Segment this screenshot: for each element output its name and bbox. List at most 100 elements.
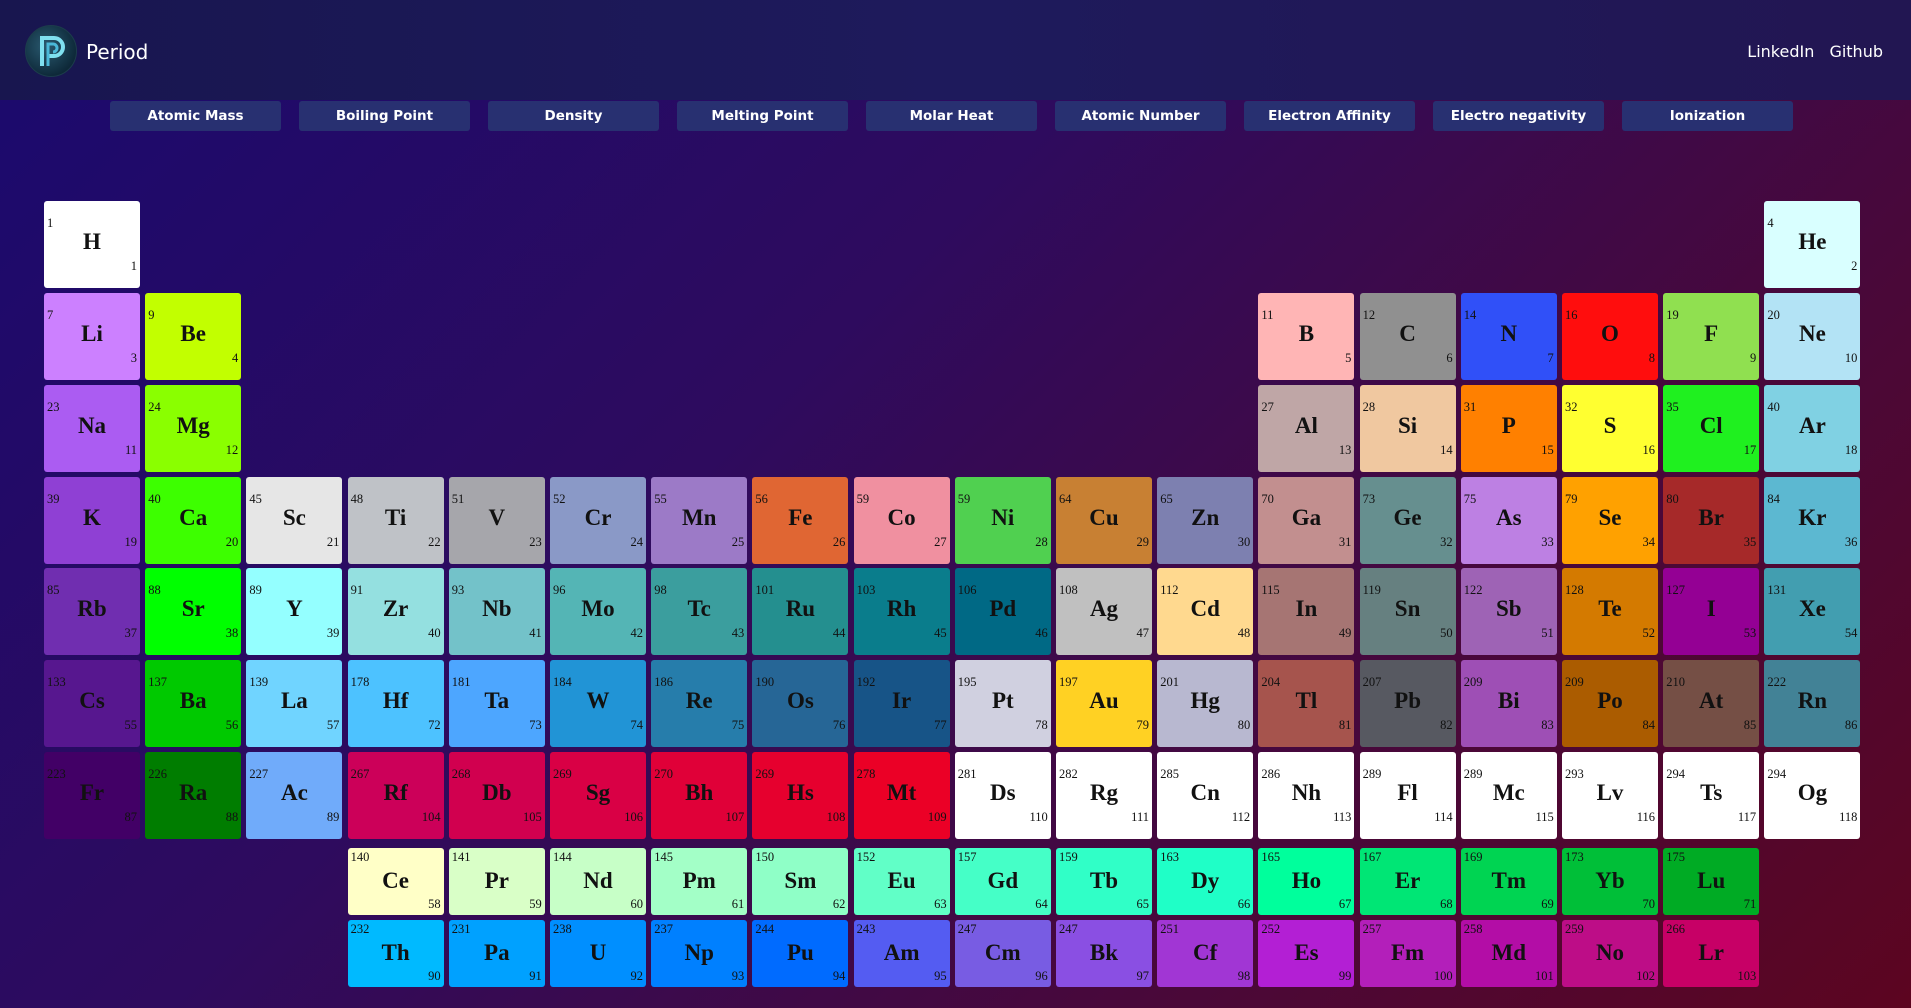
period-logo-icon[interactable]: [25, 25, 77, 77]
element-mo[interactable]: 96 Mo 42: [550, 568, 646, 655]
element-ag[interactable]: 108 Ag 47: [1056, 568, 1152, 655]
element-y[interactable]: 89 Y 39: [246, 568, 343, 655]
element-nh[interactable]: 286 Nh 113: [1258, 752, 1355, 839]
element-gd[interactable]: 157 Gd 64: [954, 848, 1051, 915]
element-cu[interactable]: 64 Cu 29: [1056, 477, 1152, 564]
element-cl[interactable]: 35 Cl 17: [1663, 385, 1760, 472]
element-pr[interactable]: 141 Pr 59: [448, 848, 545, 915]
element-rf[interactable]: 267 Rf 104: [347, 752, 444, 839]
element-ts[interactable]: 294 Ts 117: [1663, 752, 1760, 839]
element-db[interactable]: 268 Db 105: [448, 752, 545, 839]
element-sm[interactable]: 150 Sm 62: [752, 848, 849, 915]
element-ni[interactable]: 59 Ni 28: [954, 477, 1051, 564]
element-k[interactable]: 39 K 19: [44, 477, 140, 564]
element-tc[interactable]: 98 Tc 43: [651, 568, 748, 655]
element-cf[interactable]: 251 Cf 98: [1157, 920, 1254, 987]
element-os[interactable]: 190 Os 76: [752, 660, 849, 747]
element-lr[interactable]: 266 Lr 103: [1663, 920, 1760, 987]
element-be[interactable]: 9 Be 4: [145, 293, 242, 380]
element-mt[interactable]: 278 Mt 109: [853, 752, 950, 839]
element-bi[interactable]: 209 Bi 83: [1460, 660, 1557, 747]
element-re[interactable]: 186 Re 75: [651, 660, 748, 747]
element-au[interactable]: 197 Au 79: [1056, 660, 1152, 747]
element-mc[interactable]: 289 Mc 115: [1460, 752, 1557, 839]
element-rh[interactable]: 103 Rh 45: [853, 568, 950, 655]
element-tb[interactable]: 159 Tb 65: [1056, 848, 1152, 915]
property-button-density[interactable]: Density: [488, 101, 659, 131]
element-xe[interactable]: 131 Xe 54: [1764, 568, 1861, 655]
element-tm[interactable]: 169 Tm 69: [1460, 848, 1557, 915]
element-p[interactable]: 31 P 15: [1460, 385, 1557, 472]
element-u[interactable]: 238 U 92: [550, 920, 646, 987]
element-th[interactable]: 232 Th 90: [347, 920, 444, 987]
element-in[interactable]: 115 In 49: [1258, 568, 1355, 655]
element-og[interactable]: 294 Og 118: [1764, 752, 1861, 839]
element-i[interactable]: 127 I 53: [1663, 568, 1760, 655]
element-ar[interactable]: 40 Ar 18: [1764, 385, 1861, 472]
element-ge[interactable]: 73 Ge 32: [1359, 477, 1456, 564]
element-hf[interactable]: 178 Hf 72: [347, 660, 444, 747]
element-ce[interactable]: 140 Ce 58: [347, 848, 444, 915]
element-rg[interactable]: 282 Rg 111: [1056, 752, 1152, 839]
element-se[interactable]: 79 Se 34: [1562, 477, 1658, 564]
element-fm[interactable]: 257 Fm 100: [1359, 920, 1456, 987]
element-kr[interactable]: 84 Kr 36: [1764, 477, 1861, 564]
element-yb[interactable]: 173 Yb 70: [1562, 848, 1658, 915]
element-lv[interactable]: 293 Lv 116: [1562, 752, 1658, 839]
linkedin-link[interactable]: LinkedIn: [1747, 42, 1814, 61]
property-button-atomic-mass[interactable]: Atomic Mass: [110, 101, 281, 131]
element-ac[interactable]: 227 Ac 89: [246, 752, 343, 839]
element-rb[interactable]: 85 Rb 37: [44, 568, 140, 655]
element-he[interactable]: 4 He 2: [1764, 201, 1861, 288]
element-cn[interactable]: 285 Cn 112: [1157, 752, 1254, 839]
property-button-molar-heat[interactable]: Molar Heat: [866, 101, 1037, 131]
element-na[interactable]: 23 Na 11: [44, 385, 140, 472]
element-ne[interactable]: 20 Ne 10: [1764, 293, 1861, 380]
element-f[interactable]: 19 F 9: [1663, 293, 1760, 380]
element-ds[interactable]: 281 Ds 110: [954, 752, 1051, 839]
element-pa[interactable]: 231 Pa 91: [448, 920, 545, 987]
element-sc[interactable]: 45 Sc 21: [246, 477, 343, 564]
element-pd[interactable]: 106 Pd 46: [954, 568, 1051, 655]
property-button-melting-point[interactable]: Melting Point: [677, 101, 848, 131]
element-hg[interactable]: 201 Hg 80: [1157, 660, 1254, 747]
property-button-atomic-number[interactable]: Atomic Number: [1055, 101, 1226, 131]
element-rn[interactable]: 222 Rn 86: [1764, 660, 1861, 747]
element-sr[interactable]: 88 Sr 38: [145, 568, 242, 655]
brand-name[interactable]: Period: [86, 40, 148, 64]
element-ra[interactable]: 226 Ra 88: [145, 752, 242, 839]
element-er[interactable]: 167 Er 68: [1359, 848, 1456, 915]
github-link[interactable]: Github: [1829, 42, 1883, 61]
element-al[interactable]: 27 Al 13: [1258, 385, 1355, 472]
element-eu[interactable]: 152 Eu 63: [853, 848, 950, 915]
element-si[interactable]: 28 Si 14: [1359, 385, 1456, 472]
element-pb[interactable]: 207 Pb 82: [1359, 660, 1456, 747]
element-po[interactable]: 209 Po 84: [1562, 660, 1658, 747]
element-zr[interactable]: 91 Zr 40: [347, 568, 444, 655]
element-nb[interactable]: 93 Nb 41: [448, 568, 545, 655]
element-v[interactable]: 51 V 23: [448, 477, 545, 564]
element-ta[interactable]: 181 Ta 73: [448, 660, 545, 747]
element-la[interactable]: 139 La 57: [246, 660, 343, 747]
property-button-boiling-point[interactable]: Boiling Point: [299, 101, 470, 131]
element-hs[interactable]: 269 Hs 108: [752, 752, 849, 839]
element-fr[interactable]: 223 Fr 87: [44, 752, 140, 839]
element-cd[interactable]: 112 Cd 48: [1157, 568, 1254, 655]
element-no[interactable]: 259 No 102: [1562, 920, 1658, 987]
element-at[interactable]: 210 At 85: [1663, 660, 1760, 747]
element-bk[interactable]: 247 Bk 97: [1056, 920, 1152, 987]
element-nd[interactable]: 144 Nd 60: [550, 848, 646, 915]
property-button-electro-negativity[interactable]: Electro negativity: [1433, 101, 1604, 131]
element-te[interactable]: 128 Te 52: [1562, 568, 1658, 655]
element-sg[interactable]: 269 Sg 106: [550, 752, 646, 839]
element-co[interactable]: 59 Co 27: [853, 477, 950, 564]
element-ga[interactable]: 70 Ga 31: [1258, 477, 1355, 564]
element-bh[interactable]: 270 Bh 107: [651, 752, 748, 839]
element-ba[interactable]: 137 Ba 56: [145, 660, 242, 747]
element-ti[interactable]: 48 Ti 22: [347, 477, 444, 564]
element-o[interactable]: 16 O 8: [1562, 293, 1658, 380]
element-pu[interactable]: 244 Pu 94: [752, 920, 849, 987]
element-dy[interactable]: 163 Dy 66: [1157, 848, 1254, 915]
element-fe[interactable]: 56 Fe 26: [752, 477, 849, 564]
element-w[interactable]: 184 W 74: [550, 660, 646, 747]
